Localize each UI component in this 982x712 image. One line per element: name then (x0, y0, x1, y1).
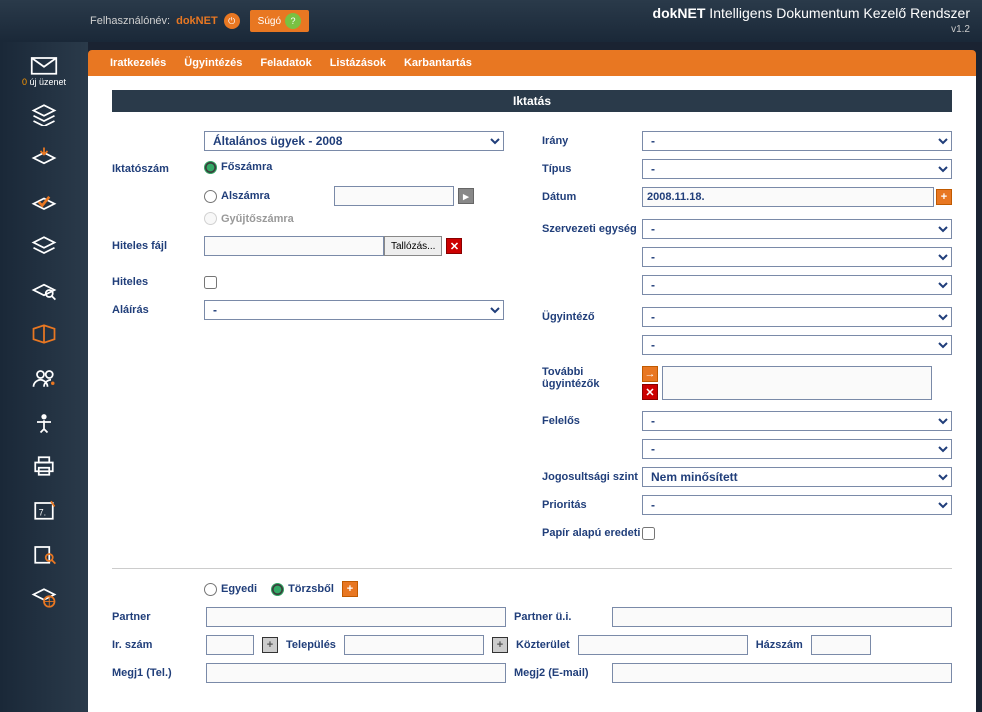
irszam-lookup-icon[interactable]: + (262, 637, 278, 653)
sidebar-layers-icon[interactable] (8, 224, 80, 268)
hiteles-checkbox[interactable] (204, 276, 217, 289)
megj1-input[interactable] (206, 663, 506, 683)
szervezet-select-3[interactable]: - (642, 275, 952, 295)
radio-foszam[interactable] (204, 161, 217, 174)
felelos-select-1[interactable]: - (642, 411, 952, 431)
irany-label: Irány (542, 135, 642, 147)
help-label: Súgó (258, 16, 281, 27)
menu-ugyintezes[interactable]: Ügyintézés (176, 52, 250, 74)
partner-input[interactable] (206, 607, 506, 627)
messages-count: 0 új üzenet (22, 77, 66, 87)
sidebar-print-icon[interactable] (8, 444, 80, 488)
panel-title: Iktatás (112, 90, 952, 112)
sidebar-search-icon[interactable] (8, 268, 80, 312)
jogszint-label: Jogosultsági szint (542, 471, 642, 483)
irszam-label: Ir. szám (112, 639, 198, 651)
felelos-select-2[interactable]: - (642, 439, 952, 459)
tipus-label: Típus (542, 163, 642, 175)
datum-label: Dátum (542, 191, 642, 203)
radio-gyujto (204, 212, 217, 225)
user-label: Felhasználónév: (90, 15, 170, 27)
iktatoszam-label: Iktatószám (112, 163, 204, 175)
remove-ugyintezo-icon[interactable]: ✕ (642, 384, 658, 400)
svg-text:7.: 7. (39, 507, 46, 517)
telepules-lookup-icon[interactable]: + (492, 637, 508, 653)
menu-karbantartas[interactable]: Karbantartás (396, 52, 480, 74)
sidebar-users-icon[interactable] (8, 356, 80, 400)
ugyintezo-select-1[interactable]: - (642, 307, 952, 327)
logout-icon[interactable]: ⏻ (224, 13, 240, 29)
menu-feladatok[interactable]: Feladatok (252, 52, 319, 74)
add-ugyintezo-icon[interactable]: → (642, 366, 658, 382)
alairas-select[interactable]: - (204, 300, 504, 320)
kozterulet-input[interactable] (578, 635, 748, 655)
menu-listazasok[interactable]: Listázások (322, 52, 394, 74)
radio-egyedi[interactable] (204, 583, 217, 596)
torzs-add-icon[interactable]: + (342, 581, 358, 597)
radio-torzs[interactable] (271, 583, 284, 596)
hazszam-input[interactable] (811, 635, 871, 655)
kozterulet-label: Közterület (516, 639, 570, 651)
szervezet-select-2[interactable]: - (642, 247, 952, 267)
felelos-label: Felelős (542, 415, 642, 427)
content: Iktatás Általános ügyek - 2008 Iktatószá… (88, 76, 976, 712)
telepules-label: Település (286, 639, 336, 651)
prioritas-label: Prioritás (542, 499, 642, 511)
username: dokNET (176, 15, 218, 27)
hiteles-label: Hiteles (112, 276, 204, 288)
alszam-go-icon[interactable]: ▸ (458, 188, 474, 204)
datum-input[interactable] (642, 187, 934, 207)
sidebar-book-search-icon[interactable] (8, 532, 80, 576)
help-button[interactable]: Súgó ? (250, 10, 309, 32)
hitelesfajl-label: Hiteles fájl (112, 240, 204, 252)
tipus-select[interactable]: - (642, 159, 952, 179)
partner-label: Partner (112, 611, 198, 623)
jogszint-select[interactable]: Nem minősített (642, 467, 952, 487)
sidebar-globe-icon[interactable] (8, 576, 80, 620)
sidebar-calendar-icon[interactable]: 7. (8, 488, 80, 532)
help-icon: ? (285, 13, 301, 29)
sidebar-check-icon[interactable] (8, 180, 80, 224)
app-version: v1.2 (951, 24, 970, 35)
irany-select[interactable]: - (642, 131, 952, 151)
radio-alszam[interactable] (204, 190, 217, 203)
sidebar-stack-down-icon[interactable] (8, 136, 80, 180)
sidebar: 0 új üzenet 7. (0, 42, 88, 712)
ugyintezo-label: Ügyintéző (542, 311, 642, 323)
prioritas-select[interactable]: - (642, 495, 952, 515)
papir-label: Papír alapú eredeti (542, 527, 642, 539)
sidebar-person-icon[interactable] (8, 400, 80, 444)
file-path-input[interactable] (204, 236, 384, 256)
irszam-input[interactable] (206, 635, 254, 655)
header: Felhasználónév: dokNET ⏻ Súgó ? dokNET I… (0, 0, 982, 42)
menubar: Iratkezelés Ügyintézés Feladatok Listázá… (88, 50, 976, 76)
file-delete-icon[interactable]: ✕ (446, 238, 462, 254)
separator (112, 568, 952, 569)
megj2-label: Megj2 (E-mail) (514, 667, 604, 679)
tovabbi-label: További ügyintézők (542, 366, 642, 390)
papir-checkbox[interactable] (642, 527, 655, 540)
user-area: Felhasználónév: dokNET ⏻ (90, 13, 240, 29)
telepules-input[interactable] (344, 635, 484, 655)
megj2-input[interactable] (612, 663, 952, 683)
partnerui-input[interactable] (612, 607, 952, 627)
sidebar-stack-icon[interactable] (8, 92, 80, 136)
alszam-input[interactable] (334, 186, 454, 206)
browse-button[interactable]: Tallózás... (384, 236, 442, 256)
partnerui-label: Partner ü.i. (514, 611, 604, 623)
szervezet-label: Szervezeti egység (542, 223, 642, 235)
date-picker-icon[interactable]: + (936, 189, 952, 205)
tovabbi-list[interactable] (662, 366, 932, 400)
menu-iratkezeles[interactable]: Iratkezelés (102, 52, 174, 74)
sidebar-messages[interactable]: 0 új üzenet (8, 48, 80, 92)
book-select[interactable]: Általános ügyek - 2008 (204, 131, 504, 151)
alairas-label: Aláírás (112, 304, 204, 316)
hazszam-label: Házszám (756, 639, 803, 651)
megj1-label: Megj1 (Tel.) (112, 667, 198, 679)
app-title: dokNET Intelligens Dokumentum Kezelő Ren… (653, 5, 970, 21)
sidebar-book-icon[interactable] (8, 312, 80, 356)
szervezet-select-1[interactable]: - (642, 219, 952, 239)
ugyintezo-select-2[interactable]: - (642, 335, 952, 355)
